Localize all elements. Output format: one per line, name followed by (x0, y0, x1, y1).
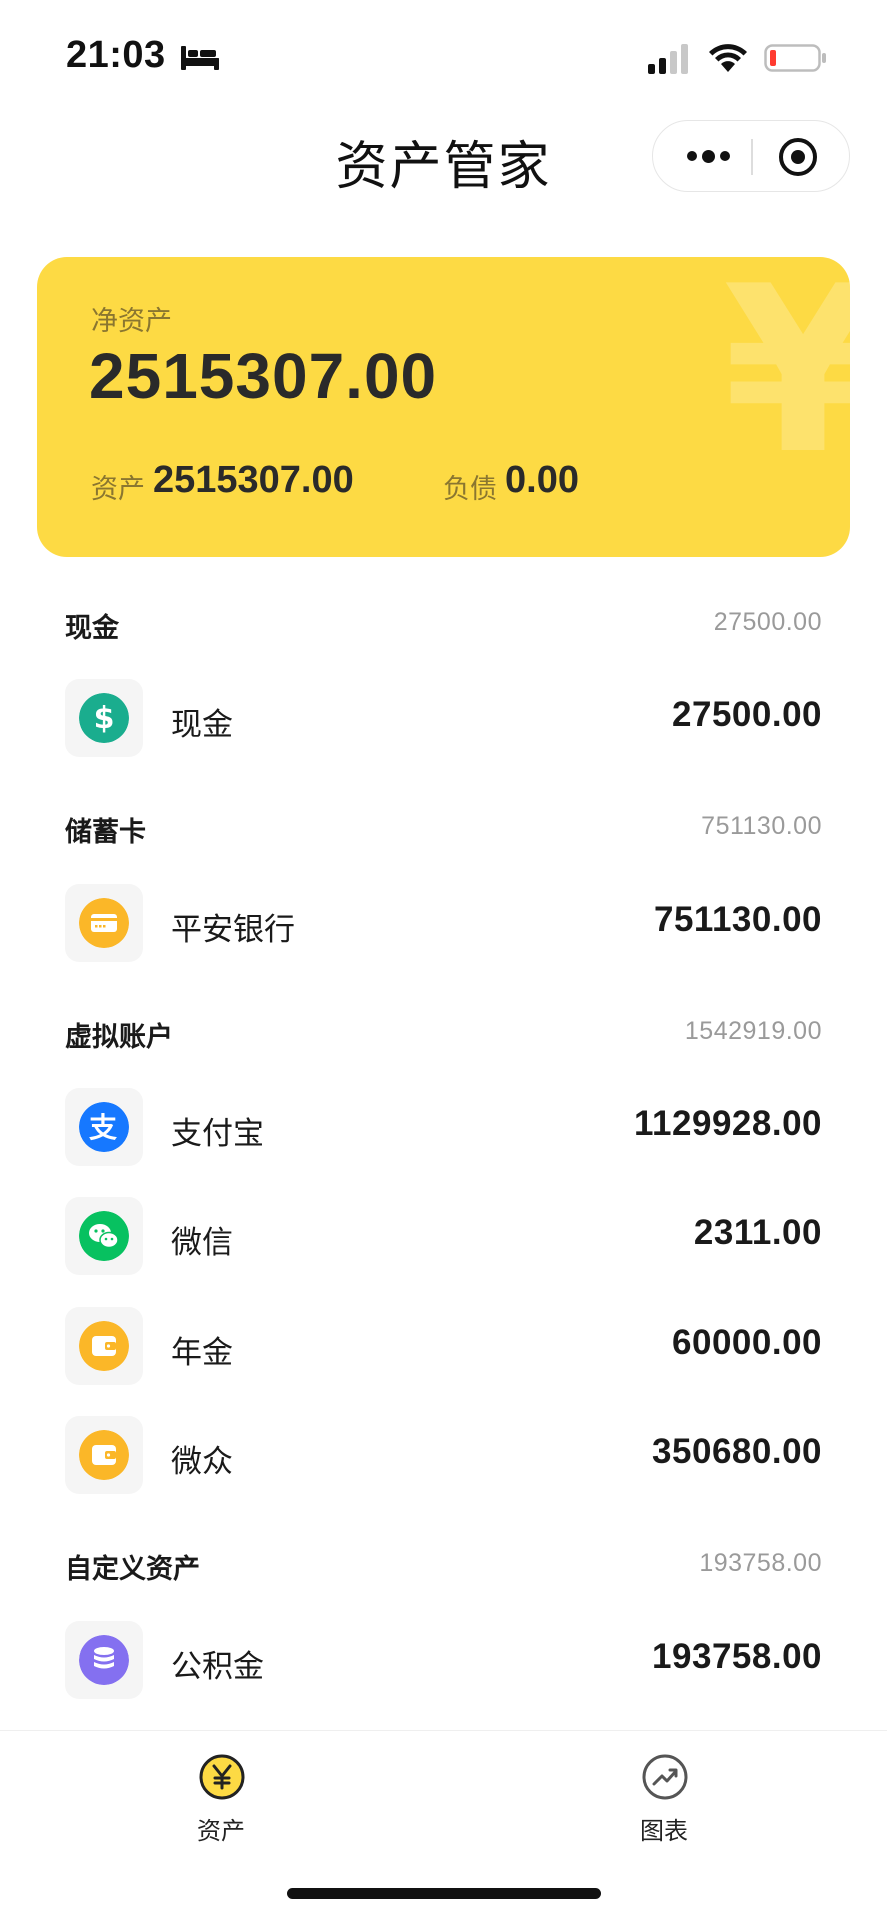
section-total: 27500.00 (713, 608, 822, 636)
item-value: 1129928.00 (634, 1104, 822, 1143)
item-name: 年金 (171, 1335, 233, 1370)
wallet-icon (79, 1321, 129, 1371)
capsule-divider (751, 139, 753, 175)
tab-label: 资产 (197, 1818, 245, 1845)
svg-text:$: $ (94, 701, 115, 736)
item-icon-box: 支 (65, 1088, 143, 1166)
liabilities-label: 负债 (443, 474, 497, 504)
alipay-icon: 支 (79, 1102, 129, 1152)
chart-icon (642, 1754, 688, 1800)
section-title: 自定义资产 (65, 1554, 200, 1584)
section-header-custom-assets: 自定义资产 193758.00 (65, 1547, 822, 1591)
nav-header: 资产管家 (0, 110, 887, 210)
wifi-icon (709, 44, 747, 72)
status-bar: 21:03 (0, 0, 887, 110)
item-value: 193758.00 (652, 1637, 822, 1676)
list-item-wechat[interactable]: 微信 2311.00 (65, 1197, 822, 1277)
item-name: 公积金 (171, 1649, 264, 1684)
yen-icon (199, 1754, 245, 1800)
wechat-icon (79, 1211, 129, 1261)
item-name: 现金 (171, 707, 233, 742)
assets-value: 2515307.00 (153, 459, 354, 501)
section-header-virtual-accounts: 虚拟账户 1542919.00 (65, 1015, 822, 1059)
item-value: 60000.00 (672, 1323, 822, 1362)
item-icon-box (65, 1307, 143, 1385)
item-value: 27500.00 (672, 695, 822, 734)
assets-label: 资产 (91, 474, 145, 504)
list-item-annuity[interactable]: 年金 60000.00 (65, 1307, 822, 1387)
tab-label: 图表 (640, 1818, 688, 1845)
section-title: 现金 (65, 613, 119, 643)
item-icon-box (65, 1197, 143, 1275)
item-icon-box (65, 1621, 143, 1699)
liabilities-value: 0.00 (505, 459, 579, 501)
item-icon-box: $ (65, 679, 143, 757)
list-item-alipay[interactable]: 支 支付宝 1129928.00 (65, 1088, 822, 1168)
list-item-housing-fund[interactable]: 公积金 193758.00 (65, 1621, 822, 1701)
card-icon (79, 898, 129, 948)
list-item-cash[interactable]: $ 现金 27500.00 (65, 679, 822, 759)
close-target-icon[interactable] (779, 138, 817, 176)
wallet-icon (79, 1430, 129, 1480)
item-name: 微信 (171, 1225, 233, 1260)
status-time: 21:03 (66, 34, 166, 76)
net-asset-card[interactable]: ¥ 净资产 2515307.00 资产 2515307.00 负债 0.00 (37, 257, 850, 557)
item-icon-box (65, 1416, 143, 1494)
asset-manager-page: 21:03 资产管家 ¥ 净资产 2515307.00 资产 2515307.0… (0, 0, 887, 1920)
section-total: 193758.00 (699, 1549, 822, 1577)
tab-assets[interactable]: 资产 (161, 1753, 281, 1863)
section-title: 虚拟账户 (65, 1022, 173, 1052)
list-item-pingan-bank[interactable]: 平安银行 751130.00 (65, 884, 822, 964)
svg-text:支: 支 (89, 1111, 117, 1144)
section-header-debit-card: 储蓄卡 751130.00 (65, 810, 822, 854)
mini-program-capsule (652, 120, 850, 192)
item-name: 支付宝 (171, 1116, 264, 1151)
item-name: 平安银行 (171, 912, 295, 947)
section-total: 1542919.00 (684, 1017, 822, 1045)
item-value: 350680.00 (652, 1432, 822, 1471)
net-asset-value: 2515307.00 (89, 340, 438, 412)
item-icon-box (65, 884, 143, 962)
more-icon[interactable] (675, 121, 741, 191)
list-item-webank[interactable]: 微众 350680.00 (65, 1416, 822, 1496)
item-value: 751130.00 (653, 900, 822, 939)
item-value: 2311.00 (693, 1213, 822, 1252)
section-total: 751130.00 (701, 812, 822, 840)
home-indicator[interactable] (287, 1888, 601, 1899)
battery-icon (764, 44, 826, 72)
cellular-signal-icon (648, 44, 688, 74)
item-name: 微众 (171, 1444, 233, 1479)
coins-icon (79, 1635, 129, 1685)
section-header-cash: 现金 27500.00 (65, 606, 822, 650)
tab-chart[interactable]: 图表 (604, 1753, 724, 1863)
net-asset-label: 净资产 (91, 306, 172, 336)
section-title: 储蓄卡 (65, 817, 146, 847)
dollar-icon: $ (79, 693, 129, 743)
yen-watermark-icon: ¥ (723, 257, 850, 505)
sleep-focus-icon (181, 46, 219, 70)
